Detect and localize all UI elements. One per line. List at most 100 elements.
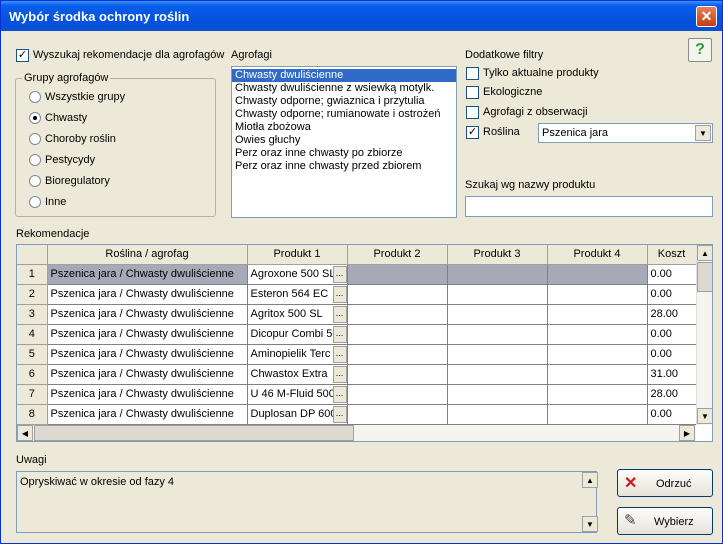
- help-button[interactable]: ?: [688, 38, 712, 62]
- chevron-down-icon[interactable]: ▼: [695, 125, 711, 141]
- recommendations-grid[interactable]: Roślina / agrofag Produkt 1 Produkt 2 Pr…: [16, 244, 713, 442]
- product4-cell[interactable]: [547, 344, 648, 365]
- listbox-item[interactable]: Chwasty odporne; gwiaznica i przytulia: [232, 95, 456, 108]
- radio-bioregulators[interactable]: [29, 175, 41, 187]
- plant-combo[interactable]: Pszenica jara ▼: [538, 123, 713, 143]
- radio-weeds[interactable]: [29, 112, 41, 124]
- product4-cell[interactable]: [547, 324, 648, 345]
- table-row[interactable]: 6 Pszenica jara / Chwasty dwuliścienne Chw…: [17, 364, 697, 385]
- table-row[interactable]: 4 Pszenica jara / Chwasty dwuliścienne Dic…: [17, 324, 697, 345]
- product1-cell[interactable]: Agritox 500 SL...: [247, 304, 348, 325]
- plant-cell[interactable]: Pszenica jara / Chwasty dwuliścienne: [47, 404, 248, 425]
- cost-cell[interactable]: 31.00: [647, 364, 697, 385]
- listbox-item[interactable]: Chwasty odporne; rumianowate i ostrożeń: [232, 108, 456, 121]
- column-header[interactable]: Produkt 1: [247, 245, 348, 265]
- ellipsis-button[interactable]: ...: [332, 265, 346, 283]
- product2-cell[interactable]: [347, 324, 448, 345]
- product4-cell[interactable]: [547, 264, 648, 285]
- scroll-thumb[interactable]: [34, 425, 354, 441]
- product1-cell[interactable]: Dicopur Combi 5...: [247, 324, 348, 345]
- radio-other[interactable]: [29, 196, 41, 208]
- table-row[interactable]: 3 Pszenica jara / Chwasty dwuliścienne Agr…: [17, 304, 697, 325]
- product2-cell[interactable]: [347, 344, 448, 365]
- cost-cell[interactable]: 0.00: [647, 264, 697, 285]
- table-row[interactable]: 2 Pszenica jara / Chwasty dwuliścienne Est…: [17, 284, 697, 305]
- row-number[interactable]: 4: [17, 324, 48, 345]
- table-row[interactable]: 7 Pszenica jara / Chwasty dwuliścienne U 4…: [17, 384, 697, 405]
- radio-pesticides[interactable]: [29, 154, 41, 166]
- plant-checkbox[interactable]: ✓: [466, 126, 479, 139]
- product1-cell[interactable]: U 46 M-Fluid 500...: [247, 384, 348, 405]
- product1-cell[interactable]: Chwastox Extra...: [247, 364, 348, 385]
- ellipsis-button[interactable]: ...: [332, 405, 346, 423]
- table-row[interactable]: 1 Pszenica jara / Chwasty dwuliścienne Agr…: [17, 264, 697, 285]
- product2-cell[interactable]: [347, 284, 448, 305]
- agrofagi-listbox[interactable]: Chwasty dwuliścienne Chwasty dwuliścienn…: [231, 66, 457, 218]
- ellipsis-button[interactable]: ...: [332, 385, 346, 403]
- search-reco-checkbox[interactable]: ✓: [16, 49, 29, 62]
- ellipsis-button[interactable]: ...: [332, 285, 346, 303]
- title-bar[interactable]: Wybór środka ochrony roślin ✕: [1, 1, 722, 31]
- column-header[interactable]: Roślina / agrofag: [47, 245, 248, 265]
- row-number[interactable]: 6: [17, 364, 48, 385]
- radio-all-groups[interactable]: [29, 91, 41, 103]
- product3-cell[interactable]: [447, 404, 548, 425]
- product3-cell[interactable]: [447, 384, 548, 405]
- only-current-checkbox[interactable]: [466, 67, 479, 80]
- column-header[interactable]: Produkt 4: [547, 245, 648, 265]
- product3-cell[interactable]: [447, 364, 548, 385]
- plant-cell[interactable]: Pszenica jara / Chwasty dwuliścienne: [47, 284, 248, 305]
- row-number[interactable]: 7: [17, 384, 48, 405]
- cost-cell[interactable]: 28.00: [647, 304, 697, 325]
- plant-cell[interactable]: Pszenica jara / Chwasty dwuliścienne: [47, 324, 248, 345]
- ellipsis-button[interactable]: ...: [332, 345, 346, 363]
- product3-cell[interactable]: [447, 304, 548, 325]
- product2-cell[interactable]: [347, 404, 448, 425]
- product3-cell[interactable]: [447, 284, 548, 305]
- plant-cell[interactable]: Pszenica jara / Chwasty dwuliścienne: [47, 364, 248, 385]
- row-number[interactable]: 1: [17, 264, 48, 285]
- product4-cell[interactable]: [547, 364, 648, 385]
- product4-cell[interactable]: [547, 284, 648, 305]
- scroll-down-icon[interactable]: ▼: [697, 408, 712, 424]
- product4-cell[interactable]: [547, 384, 648, 405]
- scroll-left-icon[interactable]: ◀: [17, 425, 33, 441]
- plant-cell[interactable]: Pszenica jara / Chwasty dwuliścienne: [47, 264, 248, 285]
- column-header[interactable]: Produkt 3: [447, 245, 548, 265]
- column-header[interactable]: Produkt 2: [347, 245, 448, 265]
- row-number[interactable]: 8: [17, 404, 48, 425]
- vertical-scrollbar[interactable]: ▲ ▼: [696, 245, 712, 425]
- listbox-item[interactable]: Miotła zbożowa: [232, 121, 456, 134]
- cost-cell[interactable]: 0.00: [647, 324, 697, 345]
- ellipsis-button[interactable]: ...: [332, 325, 346, 343]
- cost-cell[interactable]: 0.00: [647, 284, 697, 305]
- scroll-thumb[interactable]: [697, 262, 712, 292]
- scroll-down-icon[interactable]: ▼: [582, 516, 598, 532]
- ellipsis-button[interactable]: ...: [332, 305, 346, 323]
- search-product-input[interactable]: [465, 196, 713, 217]
- product1-cell[interactable]: Duplosan DP 600...: [247, 404, 348, 425]
- product2-cell[interactable]: [347, 304, 448, 325]
- plant-cell[interactable]: Pszenica jara / Chwasty dwuliścienne: [47, 344, 248, 365]
- listbox-item[interactable]: Owies głuchy: [232, 134, 456, 147]
- cost-cell[interactable]: 0.00: [647, 344, 697, 365]
- listbox-item[interactable]: Perz oraz inne chwasty po zbiorze: [232, 147, 456, 160]
- close-button[interactable]: ✕: [696, 6, 717, 27]
- cost-cell[interactable]: 0.00: [647, 404, 697, 425]
- product3-cell[interactable]: [447, 324, 548, 345]
- product2-cell[interactable]: [347, 264, 448, 285]
- select-button[interactable]: ✎ Wybierz: [617, 507, 713, 535]
- listbox-item[interactable]: Chwasty dwuliścienne: [232, 69, 456, 82]
- row-number[interactable]: 5: [17, 344, 48, 365]
- product4-cell[interactable]: [547, 304, 648, 325]
- table-row[interactable]: 8 Pszenica jara / Chwasty dwuliścienne Dup…: [17, 404, 697, 425]
- listbox-item[interactable]: Perz oraz inne chwasty przed zbiorem: [232, 160, 456, 173]
- product1-cell[interactable]: Aminopielik Terc...: [247, 344, 348, 365]
- plant-cell[interactable]: Pszenica jara / Chwasty dwuliścienne: [47, 304, 248, 325]
- listbox-item[interactable]: Chwasty dwuliścienne z wsiewką motylk.: [232, 82, 456, 95]
- product1-cell[interactable]: Agroxone 500 SL...: [247, 264, 348, 285]
- ellipsis-button[interactable]: ...: [332, 365, 346, 383]
- reject-button[interactable]: ✕ Odrzuć: [617, 469, 713, 497]
- product1-cell[interactable]: Esteron 564 EC...: [247, 284, 348, 305]
- horizontal-scrollbar[interactable]: ◀ ▶: [17, 425, 696, 441]
